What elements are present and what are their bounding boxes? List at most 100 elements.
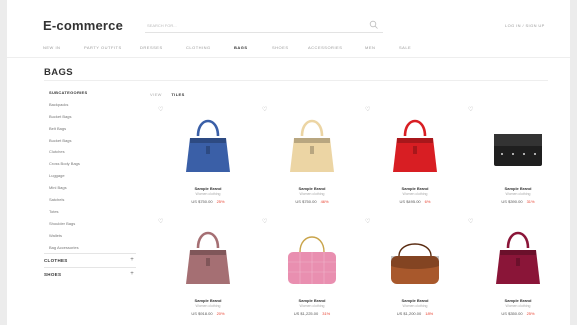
nav-item-clothing[interactable]: CLOTHING [186, 45, 211, 50]
product-price-row: US $495.00 6% [367, 199, 463, 204]
sidebar-item-bucket-bags-2[interactable]: Bucket Bags [44, 135, 136, 147]
product-card[interactable]: ♡ Sample Brand Women clothing US $390.00 31% [468, 107, 566, 213]
discount-badge: 31% [526, 199, 535, 204]
wishlist-icon[interactable]: ♡ [468, 218, 473, 225]
product-name[interactable]: Sample Brand [160, 186, 256, 191]
page-title: BAGS [44, 67, 74, 78]
product-image[interactable] [478, 110, 558, 180]
product-subtitle: Women clothing [402, 304, 428, 308]
search-input[interactable] [145, 19, 383, 33]
sidebar: SUBCATEGORIES Backpacks Bucket Bags Belt… [44, 87, 136, 297]
product-card[interactable]: ♡ Sample Brand Women clothing US $750.00 46% [262, 107, 360, 213]
nav-item-shoes[interactable]: SHOES [272, 45, 289, 50]
product-price: US $1,225.00 [293, 311, 319, 316]
sidebar-item-cross-body-bags[interactable]: Cross Body Bags [44, 158, 136, 170]
product-price: US $750.00 [295, 199, 317, 204]
product-image[interactable] [375, 110, 455, 180]
product-subtitle: Women clothing [299, 304, 325, 308]
login-link[interactable]: LOG IN / SIGN UP [505, 23, 545, 28]
title-divider [44, 80, 548, 81]
sidebar-item-bucket-bags[interactable]: Bucket Bags [44, 111, 136, 123]
nav-item-new-in[interactable]: NEW IN [43, 45, 60, 50]
product-subtitle: Women clothing [402, 192, 428, 196]
product-name[interactable]: Sample Brand [470, 298, 566, 303]
wishlist-icon[interactable]: ♡ [262, 218, 267, 225]
product-card[interactable]: ♡ Sample Brand Women clothing US $1,225.00 3… [262, 219, 360, 325]
product-subtitle: Women clothing [505, 304, 531, 308]
sidebar-item-wallets[interactable]: Wallets [44, 230, 136, 242]
sidebar-heading-subcategories[interactable]: SUBCATEGORIES [44, 87, 136, 99]
sidebar-item-totes[interactable]: Totes [44, 206, 136, 218]
discount-badge: 20% [216, 311, 225, 316]
sidebar-item-belt-bags[interactable]: Belt Bags [44, 123, 136, 135]
product-image[interactable] [168, 222, 248, 292]
product-subtitle: Women clothing [195, 192, 221, 196]
product-name[interactable]: Sample Brand [264, 186, 360, 191]
wishlist-icon[interactable]: ♡ [365, 106, 370, 113]
product-card[interactable]: ♡ Sample Brand Women clothing US $350.00 25% [468, 219, 566, 325]
expand-icon[interactable]: + [130, 254, 134, 267]
nav-item-sale[interactable]: SALE [399, 45, 411, 50]
sidebar-item-luggage[interactable]: Luggage [44, 170, 136, 182]
search-icon[interactable] [369, 20, 379, 30]
header: E-commerce LOG IN / SIGN UP NEW IN PARTY… [7, 0, 570, 58]
product-subtitle: Women clothing [299, 192, 325, 196]
product-image[interactable] [375, 222, 455, 292]
product-card[interactable]: ♡ Sample Brand Women clothing US $918.00 20% [158, 219, 256, 325]
product-card[interactable]: ♡ Sample Brand Women clothing US $495.00 6% [365, 107, 463, 213]
product-image[interactable] [478, 222, 558, 292]
product-price-row: US $350.00 25% [470, 311, 566, 316]
page: E-commerce LOG IN / SIGN UP NEW IN PARTY… [7, 0, 570, 325]
product-card[interactable]: ♡ Sample Brand Women clothing US $750.00 25% [158, 107, 256, 213]
product-name[interactable]: Sample Brand [367, 186, 463, 191]
sidebar-item-bag-accessories[interactable]: Bag Accessories [44, 242, 136, 254]
product-price-row: US $750.00 25% [160, 199, 256, 204]
sidebar-item-mini-bags[interactable]: Mini Bags [44, 182, 136, 194]
product-price: US $1,200.00 [396, 311, 422, 316]
expand-icon[interactable]: + [130, 268, 134, 281]
product-name[interactable]: Sample Brand [264, 298, 360, 303]
wishlist-icon[interactable]: ♡ [262, 106, 267, 113]
product-name[interactable]: Sample Brand [367, 298, 463, 303]
product-image[interactable] [272, 222, 352, 292]
wishlist-icon[interactable]: ♡ [468, 106, 473, 113]
discount-badge: 31% [322, 311, 331, 316]
logo[interactable]: E-commerce [43, 18, 123, 33]
product-image[interactable] [272, 110, 352, 180]
product-price: US $918.00 [191, 311, 213, 316]
sidebar-item-backpacks[interactable]: Backpacks [44, 99, 136, 111]
sidebar-item-satchels[interactable]: Satchels [44, 194, 136, 206]
wishlist-icon[interactable]: ♡ [365, 218, 370, 225]
product-subtitle: Women clothing [195, 304, 221, 308]
product-image[interactable] [168, 110, 248, 180]
product-price: US $750.00 [191, 199, 213, 204]
sidebar-item-shoulder-bags[interactable]: Shoulder Bags [44, 218, 136, 230]
sidebar-section-shoes[interactable]: SHOES + [44, 267, 136, 281]
product-name[interactable]: Sample Brand [160, 298, 256, 303]
nav-item-bags[interactable]: BAGS [234, 45, 248, 50]
wishlist-icon[interactable]: ♡ [158, 218, 163, 225]
product-name[interactable]: Sample Brand [470, 186, 566, 191]
product-price-row: US $750.00 46% [264, 199, 360, 204]
section-label: CLOTHES [44, 258, 68, 263]
product-price-row: US $1,200.00 18% [367, 311, 463, 316]
discount-badge: 46% [320, 199, 329, 204]
nav-item-accessories[interactable]: ACCESSORIES [308, 45, 342, 50]
product-card[interactable]: ♡ Sample Brand Women clothing US $1,200.00 1… [365, 219, 463, 325]
section-label: SHOES [44, 272, 62, 277]
product-subtitle: Women clothing [505, 192, 531, 196]
discount-badge: 25% [216, 199, 225, 204]
nav-item-dresses[interactable]: DRESSES [140, 45, 163, 50]
product-price: US $390.00 [501, 199, 523, 204]
sidebar-section-clothes[interactable]: CLOTHES + [44, 253, 136, 267]
wishlist-icon[interactable]: ♡ [158, 106, 163, 113]
sidebar-item-clutches[interactable]: Clutches [44, 146, 136, 158]
product-price-row: US $390.00 31% [470, 199, 566, 204]
nav-item-party-outfits[interactable]: PARTY OUTFITS [84, 45, 122, 50]
nav-item-men[interactable]: MEN [365, 45, 375, 50]
product-price-row: US $1,225.00 31% [264, 311, 360, 316]
view-option-tiles[interactable]: TILES [171, 92, 184, 97]
product-price-row: US $918.00 20% [160, 311, 256, 316]
category-list: SUBCATEGORIES Backpacks Bucket Bags Belt… [44, 87, 136, 253]
discount-badge: 6% [424, 199, 431, 204]
